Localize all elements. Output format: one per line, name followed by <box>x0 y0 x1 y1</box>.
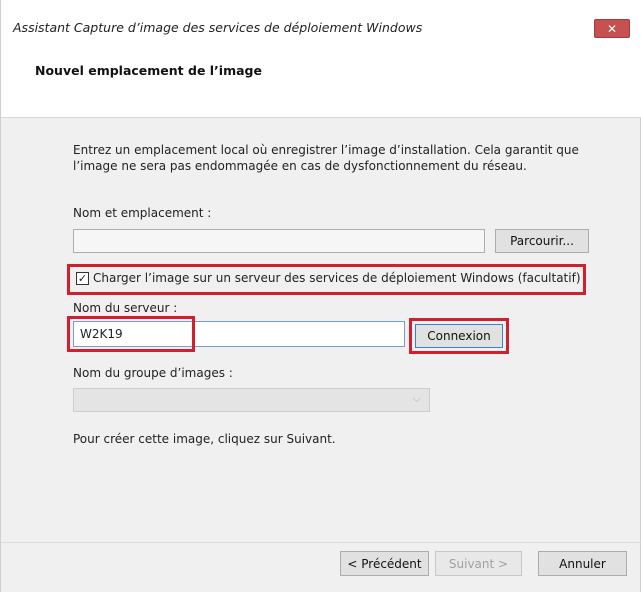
footer-divider <box>1 542 641 543</box>
connect-button[interactable]: Connexion <box>415 324 503 348</box>
wizard-window: Assistant Capture d’image des services d… <box>0 0 641 592</box>
server-name-input[interactable]: W2K19 <box>73 321 405 347</box>
intro-line-2: l’image ne sera pas endommagée en cas de… <box>73 159 527 173</box>
close-icon: ✕ <box>606 21 618 36</box>
name-location-label: Nom et emplacement : <box>73 206 212 220</box>
previous-button[interactable]: < Précédent <box>340 551 429 576</box>
intro-line-1: Entrez un emplacement local où enregistr… <box>73 143 579 157</box>
close-button[interactable]: ✕ <box>594 19 630 38</box>
upload-checkbox[interactable]: ✓ <box>76 272 89 285</box>
instruction-text: Pour créer cette image, cliquez sur Suiv… <box>73 432 336 446</box>
chevron-down-icon: ⌵ <box>412 392 421 405</box>
checkmark-icon: ✓ <box>77 272 88 285</box>
name-location-field[interactable] <box>73 229 485 253</box>
cancel-button[interactable]: Annuler <box>538 551 627 576</box>
intro-text: Entrez un emplacement local où enregistr… <box>73 142 613 174</box>
browse-button[interactable]: Parcourir... <box>495 229 589 253</box>
title-bar: Assistant Capture d’image des services d… <box>1 0 641 38</box>
wizard-header: Nouvel emplacement de l’image <box>1 38 641 118</box>
image-group-label: Nom du groupe d’images : <box>73 366 233 380</box>
page-title: Nouvel emplacement de l’image <box>35 63 262 78</box>
upload-checkbox-label[interactable]: Charger l’image sur un serveur des servi… <box>93 271 581 285</box>
server-name-label: Nom du serveur : <box>73 301 178 315</box>
next-button[interactable]: Suivant > <box>435 551 522 576</box>
window-title: Assistant Capture d’image des services d… <box>13 20 423 35</box>
image-group-select[interactable]: ⌵ <box>73 388 430 412</box>
